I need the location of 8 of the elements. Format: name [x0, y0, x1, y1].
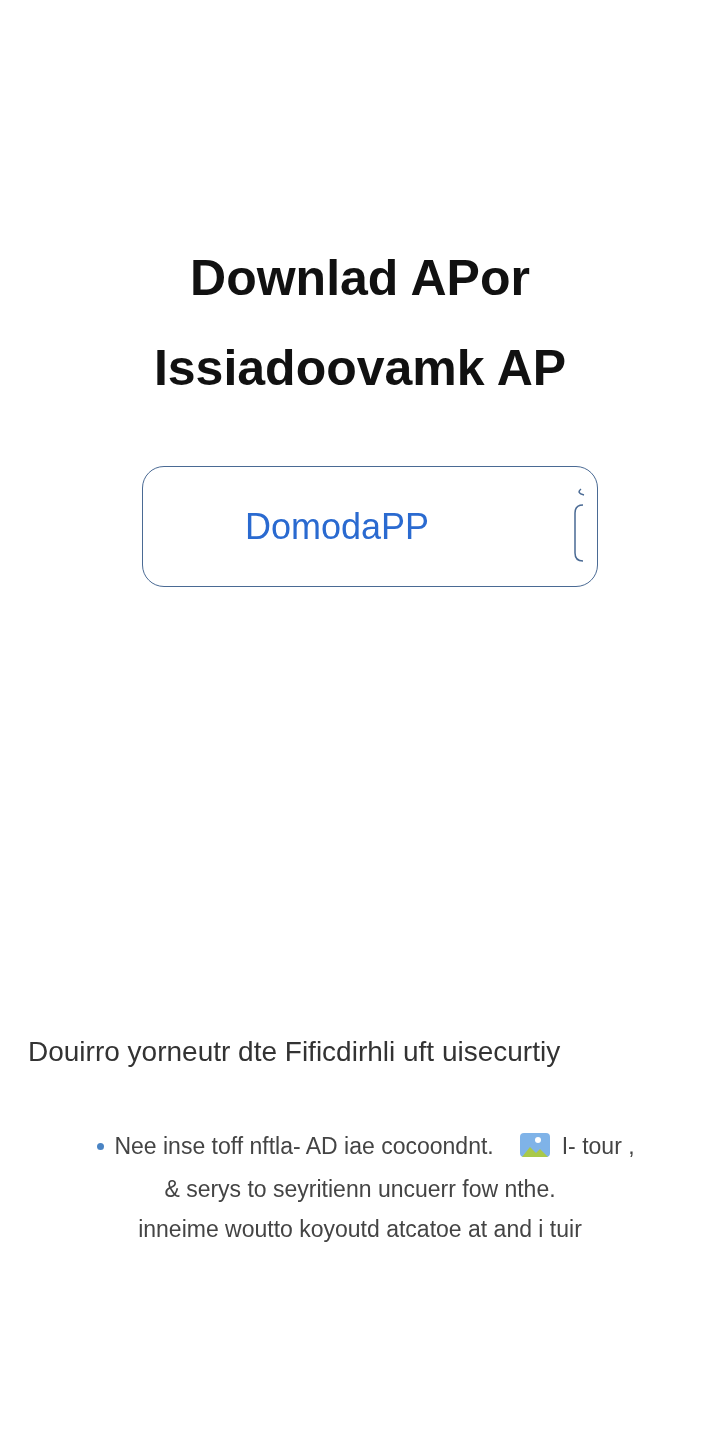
page-title: Issiadoovamk AP — [153, 339, 567, 398]
bullet-text: & serys to seyritienn uncuerr fow nthe. — [164, 1174, 556, 1204]
bullet-text: Nee inse toff nftla- AD iae cocoondnt. — [114, 1132, 494, 1161]
download-button[interactable]: DomodaPP — [142, 466, 598, 587]
bullet-text: inneime wouttо koyoutd atcatoe at and i tuir — [138, 1214, 582, 1244]
bullet-text: I- tour , — [561, 1132, 635, 1161]
page-title: Downlad APor — [190, 249, 530, 308]
section-heading: Douirro yorneutr dte Fificdirhli uft uisecurtiy — [28, 1035, 562, 1069]
